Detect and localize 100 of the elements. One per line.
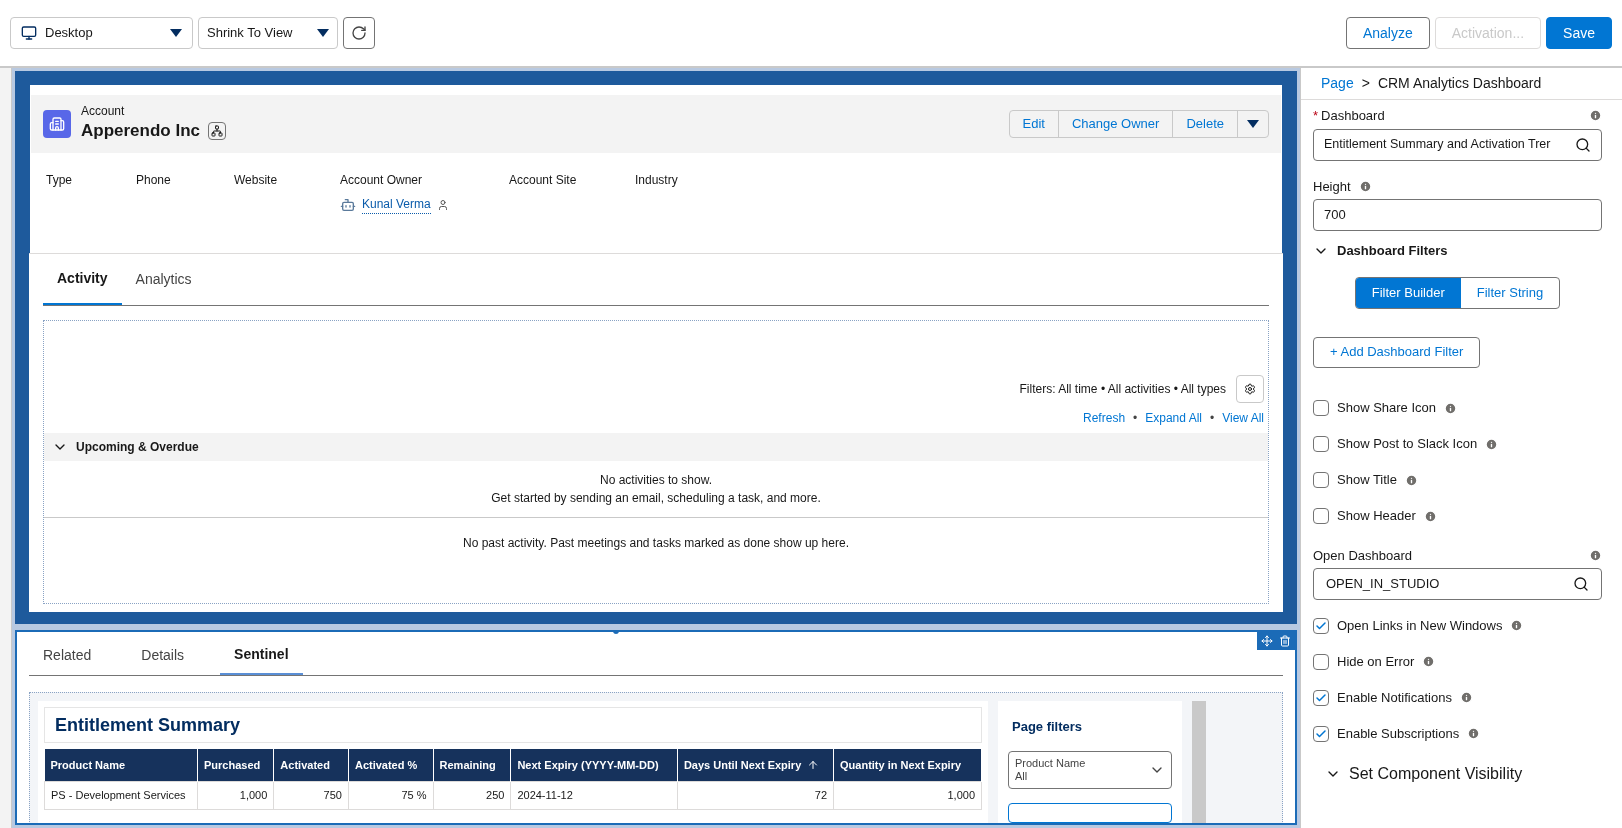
tab[interactable]: Sentinel: [220, 636, 303, 675]
column-header[interactable]: Product Name: [44, 749, 198, 781]
segment-button[interactable]: Filter Builder: [1355, 277, 1461, 308]
search-icon: [1575, 136, 1591, 153]
info-icon: [1444, 401, 1457, 415]
device-select[interactable]: Desktop: [10, 17, 193, 49]
check-icon: [1315, 727, 1327, 740]
delete-icon[interactable]: [1279, 635, 1291, 647]
activity-link[interactable]: Refresh: [1083, 409, 1126, 427]
checkbox[interactable]: [1313, 653, 1329, 670]
table-cell: PS - Development Services: [44, 781, 198, 809]
selected-component[interactable]: [15, 630, 1297, 825]
column-header[interactable]: Quantity in Next Expiry: [833, 749, 982, 781]
column-header[interactable]: Activated: [273, 749, 349, 781]
tab[interactable]: Activity: [43, 254, 122, 305]
filter-select[interactable]: Product Name All: [1008, 750, 1172, 789]
checkbox[interactable]: [1313, 617, 1329, 634]
checkbox-label: Show Share Icon: [1337, 399, 1436, 418]
record-name: Apperendo Inc: [81, 120, 200, 143]
owner-link[interactable]: Kunal Verma: [362, 195, 431, 214]
info-icon: [1423, 509, 1437, 523]
caret-icon: [170, 29, 182, 37]
gear-icon: [1244, 383, 1256, 395]
column-header[interactable]: Remaining: [433, 749, 511, 781]
checkbox-label: Show Header: [1337, 507, 1416, 526]
checkbox[interactable]: [1313, 472, 1329, 488]
change-owner-icon[interactable]: [436, 198, 449, 211]
info-icon: [1485, 437, 1499, 451]
toolbar-button[interactable]: Analyze: [1345, 17, 1430, 49]
activity-link[interactable]: Expand All: [1145, 409, 1202, 427]
open-dashboard-lookup[interactable]: OPEN_IN_STUDIO: [1313, 568, 1602, 600]
field-label: Account Owner: [340, 172, 424, 189]
checkbox-label: Hide on Error: [1337, 652, 1415, 671]
breadcrumb-separator: >: [1361, 74, 1370, 93]
info-icon: [1405, 473, 1418, 487]
checkbox-label: Open Links in New Windows: [1337, 616, 1503, 635]
field-label: Account Site: [509, 172, 578, 189]
field-label: Type: [46, 172, 73, 189]
check-icon: [1315, 619, 1327, 632]
action-button[interactable]: Delete: [1173, 111, 1238, 137]
checkbox-label: Show Title: [1337, 471, 1397, 490]
action-button[interactable]: Change Owner: [1058, 111, 1174, 137]
segment-button[interactable]: Filter String: [1460, 277, 1560, 308]
dashboard-lookup[interactable]: Entitlement Summary and Activation Trer: [1313, 128, 1602, 161]
field-label: Open Dashboard: [1313, 546, 1412, 565]
refresh-icon: [351, 25, 367, 41]
checkbox[interactable]: [1313, 725, 1329, 742]
table-cell: 75 %: [348, 781, 434, 809]
checkbox[interactable]: [1313, 400, 1329, 416]
checkbox-label: Show Post to Slack Icon: [1337, 435, 1478, 454]
table-cell: 250: [433, 781, 511, 809]
checkbox[interactable]: [1313, 508, 1329, 524]
table-cell: 2024-11-12: [510, 781, 678, 809]
search-icon: [1573, 576, 1589, 592]
checkbox[interactable]: [1313, 436, 1329, 452]
section-header[interactable]: Set Component Visibility: [1325, 762, 1602, 786]
table-cell: 1,000: [197, 781, 274, 809]
monitor-icon: [21, 25, 37, 41]
tab[interactable]: Related: [29, 636, 106, 675]
add-filter-button[interactable]: + Add Dashboard Filter: [1313, 336, 1481, 368]
filter-select[interactable]: [1008, 802, 1172, 823]
checkbox-label: Enable Subscriptions: [1337, 724, 1460, 743]
field-label: Website: [234, 172, 279, 189]
link-separator: •: [1133, 410, 1138, 427]
column-header[interactable]: Days Until Next Expiry: [677, 749, 834, 781]
info-icon: [1510, 619, 1524, 632]
settings-button[interactable]: [1236, 375, 1264, 403]
section-header[interactable]: Dashboard Filters: [1313, 241, 1602, 261]
avatar-icon: [340, 196, 356, 213]
info-icon: [1467, 727, 1481, 740]
empty-message: Get started by sending an email, scheduling a task, and more.: [491, 490, 821, 507]
column-header[interactable]: Next Expiry (YYYY-MM-DD): [510, 749, 678, 781]
filters-text: Filters: All time • All activities • All types: [1019, 381, 1226, 398]
zoom-select[interactable]: Shrink To View: [198, 17, 338, 49]
info-icon: [1459, 691, 1473, 704]
empty-message: No activities to show.: [599, 472, 713, 489]
checkbox[interactable]: [1313, 689, 1329, 706]
tab[interactable]: Analytics: [121, 254, 206, 305]
column-header[interactable]: Activated %: [348, 749, 434, 781]
link-separator: •: [1210, 410, 1215, 427]
table-cell: 72: [677, 781, 834, 809]
field-label: Dashboard: [1321, 107, 1385, 125]
column-header[interactable]: Purchased: [197, 749, 274, 781]
activity-link[interactable]: View All: [1222, 409, 1264, 427]
section-header[interactable]: Upcoming & Overdue: [44, 433, 1268, 461]
caret-icon: [1247, 120, 1259, 128]
breadcrumb-link[interactable]: Page: [1321, 73, 1354, 94]
dashboard-title: Entitlement Summary: [55, 713, 241, 737]
info-icon: [1358, 179, 1372, 193]
caret-icon: [317, 29, 329, 37]
page-filters-title: Page filters: [1011, 718, 1084, 736]
field-label: Phone: [136, 172, 172, 189]
move-icon[interactable]: [1261, 635, 1273, 647]
refresh-button[interactable]: [343, 17, 375, 49]
save-button[interactable]: Save: [1546, 17, 1612, 49]
action-button[interactable]: Edit: [1009, 111, 1059, 137]
hierarchy-icon: [208, 122, 226, 140]
info-icon: [1589, 109, 1602, 123]
height-input[interactable]: 700: [1313, 199, 1602, 231]
tab[interactable]: Details: [127, 636, 199, 675]
